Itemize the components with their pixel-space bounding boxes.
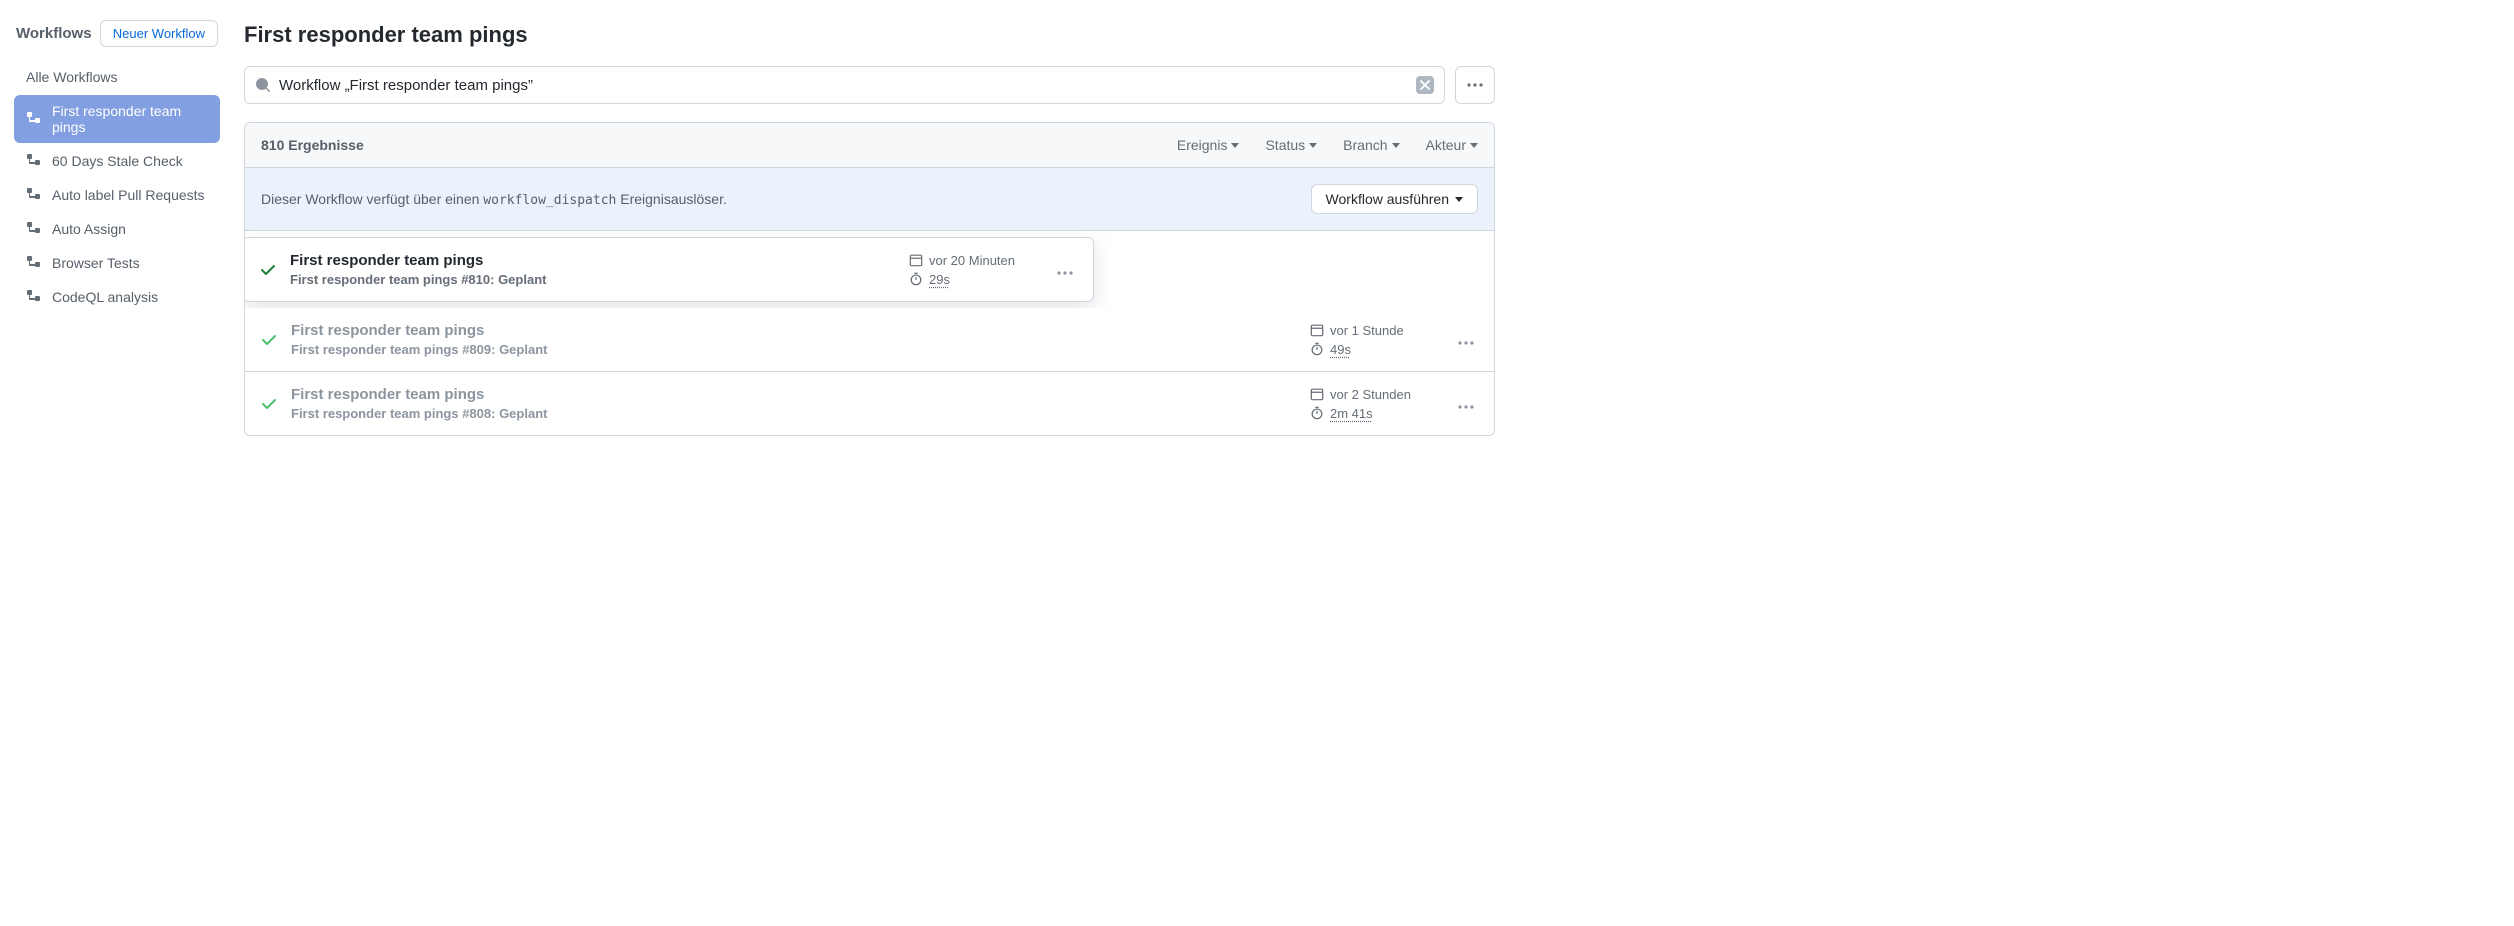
sidebar-item-first-responder[interactable]: First responder team pings (14, 95, 220, 143)
filter-status[interactable]: Status (1265, 137, 1317, 153)
sidebar: Workflows Neuer Workflow Alle Workflows … (14, 20, 220, 436)
sidebar-title: Workflows (16, 25, 92, 42)
run-row[interactable]: First responder team pings First respond… (245, 372, 1494, 435)
filter-label: Ereignis (1177, 137, 1228, 153)
run-subtitle: First responder team pings #809: Geplant (291, 342, 787, 357)
page-title: First responder team pings (244, 22, 1495, 48)
more-options-button[interactable] (1455, 66, 1495, 104)
table-header: 810 Ergebnisse Ereignis Status Branch Ak… (245, 123, 1494, 168)
check-icon (261, 332, 277, 348)
run-meta: vor 20 Minuten 29s (909, 253, 1039, 287)
run-row[interactable]: First responder team pings First respond… (245, 308, 1494, 372)
kebab-horizontal-icon (1057, 271, 1073, 275)
sidebar-item-stale-check[interactable]: 60 Days Stale Check (14, 145, 220, 177)
filter-label: Status (1265, 137, 1305, 153)
run-title: First responder team pings (291, 322, 787, 339)
dispatch-text: Dieser Workflow verfügt über einen workf… (261, 191, 727, 208)
workflow-icon (26, 289, 42, 305)
run-actions-button[interactable] (1053, 258, 1077, 282)
stopwatch-icon (1310, 406, 1324, 420)
run-duration: 49s (1330, 342, 1351, 357)
caret-down-icon (1309, 143, 1317, 148)
calendar-icon (909, 253, 923, 267)
filter-branch[interactable]: Branch (1343, 137, 1399, 153)
clear-search-button[interactable] (1416, 76, 1434, 94)
workflow-icon (26, 187, 42, 203)
runs-table: 810 Ergebnisse Ereignis Status Branch Ak… (244, 122, 1495, 436)
dispatch-suffix: Ereignisauslöser. (616, 191, 727, 207)
kebab-horizontal-icon (1458, 341, 1474, 345)
sidebar-item-codeql[interactable]: CodeQL analysis (14, 281, 220, 313)
search-icon (255, 77, 271, 93)
dispatch-prefix: Dieser Workflow verfügt über einen (261, 191, 483, 207)
run-time: vor 2 Stunden (1330, 387, 1411, 402)
stopwatch-icon (909, 272, 923, 286)
dispatch-code: workflow_dispatch (483, 193, 616, 208)
sidebar-all-label: Alle Workflows (26, 69, 118, 85)
check-icon (260, 262, 276, 278)
new-workflow-button[interactable]: Neuer Workflow (100, 20, 218, 47)
sidebar-item-label: Auto Assign (52, 221, 126, 237)
sidebar-all-workflows[interactable]: Alle Workflows (14, 61, 220, 93)
sidebar-item-auto-label[interactable]: Auto label Pull Requests (14, 179, 220, 211)
run-duration: 29s (929, 272, 950, 287)
run-title: First responder team pings (290, 252, 895, 269)
run-actions-button[interactable] (1454, 392, 1478, 416)
sidebar-item-label: First responder team pings (52, 103, 208, 135)
run-duration: 2m 41s (1330, 406, 1373, 421)
run-subtitle: First responder team pings #810: Geplant (290, 272, 895, 287)
filter-label: Akteur (1426, 137, 1466, 153)
filter-label: Branch (1343, 137, 1387, 153)
run-time: vor 20 Minuten (929, 253, 1015, 268)
caret-down-icon (1231, 143, 1239, 148)
run-workflow-label: Workflow ausführen (1326, 191, 1449, 207)
x-icon (1420, 80, 1430, 90)
run-workflow-button[interactable]: Workflow ausführen (1311, 184, 1478, 214)
calendar-icon (1310, 323, 1324, 337)
caret-down-icon (1392, 143, 1400, 148)
kebab-horizontal-icon (1458, 405, 1474, 409)
search-box[interactable] (244, 66, 1445, 104)
run-title: First responder team pings (291, 386, 787, 403)
workflow-icon (26, 221, 42, 237)
workflow-icon (26, 153, 42, 169)
workflow-icon (26, 255, 42, 271)
sidebar-item-label: Auto label Pull Requests (52, 187, 205, 203)
caret-down-icon (1455, 197, 1463, 202)
caret-down-icon (1470, 143, 1478, 148)
sidebar-item-browser-tests[interactable]: Browser Tests (14, 247, 220, 279)
stopwatch-icon (1310, 342, 1324, 356)
run-row[interactable]: First responder team pings First respond… (244, 237, 1094, 302)
kebab-horizontal-icon (1467, 83, 1483, 87)
sidebar-item-auto-assign[interactable]: Auto Assign (14, 213, 220, 245)
calendar-icon (1310, 387, 1324, 401)
dispatch-banner: Dieser Workflow verfügt über einen workf… (245, 168, 1494, 231)
search-input[interactable] (279, 77, 1408, 94)
filter-event[interactable]: Ereignis (1177, 137, 1240, 153)
main-content: First responder team pings 810 Ergebniss… (244, 20, 1495, 436)
sidebar-item-label: Browser Tests (52, 255, 140, 271)
check-icon (261, 396, 277, 412)
run-actions-button[interactable] (1454, 328, 1478, 352)
run-meta: vor 1 Stunde 49s (1310, 323, 1440, 357)
sidebar-item-label: 60 Days Stale Check (52, 153, 183, 169)
run-meta: vor 2 Stunden 2m 41s (1310, 387, 1440, 421)
run-time: vor 1 Stunde (1330, 323, 1404, 338)
run-subtitle: First responder team pings #808: Geplant (291, 406, 787, 421)
workflow-icon (26, 111, 42, 127)
filter-actor[interactable]: Akteur (1426, 137, 1478, 153)
results-count: 810 Ergebnisse (261, 137, 364, 153)
sidebar-item-label: CodeQL analysis (52, 289, 158, 305)
